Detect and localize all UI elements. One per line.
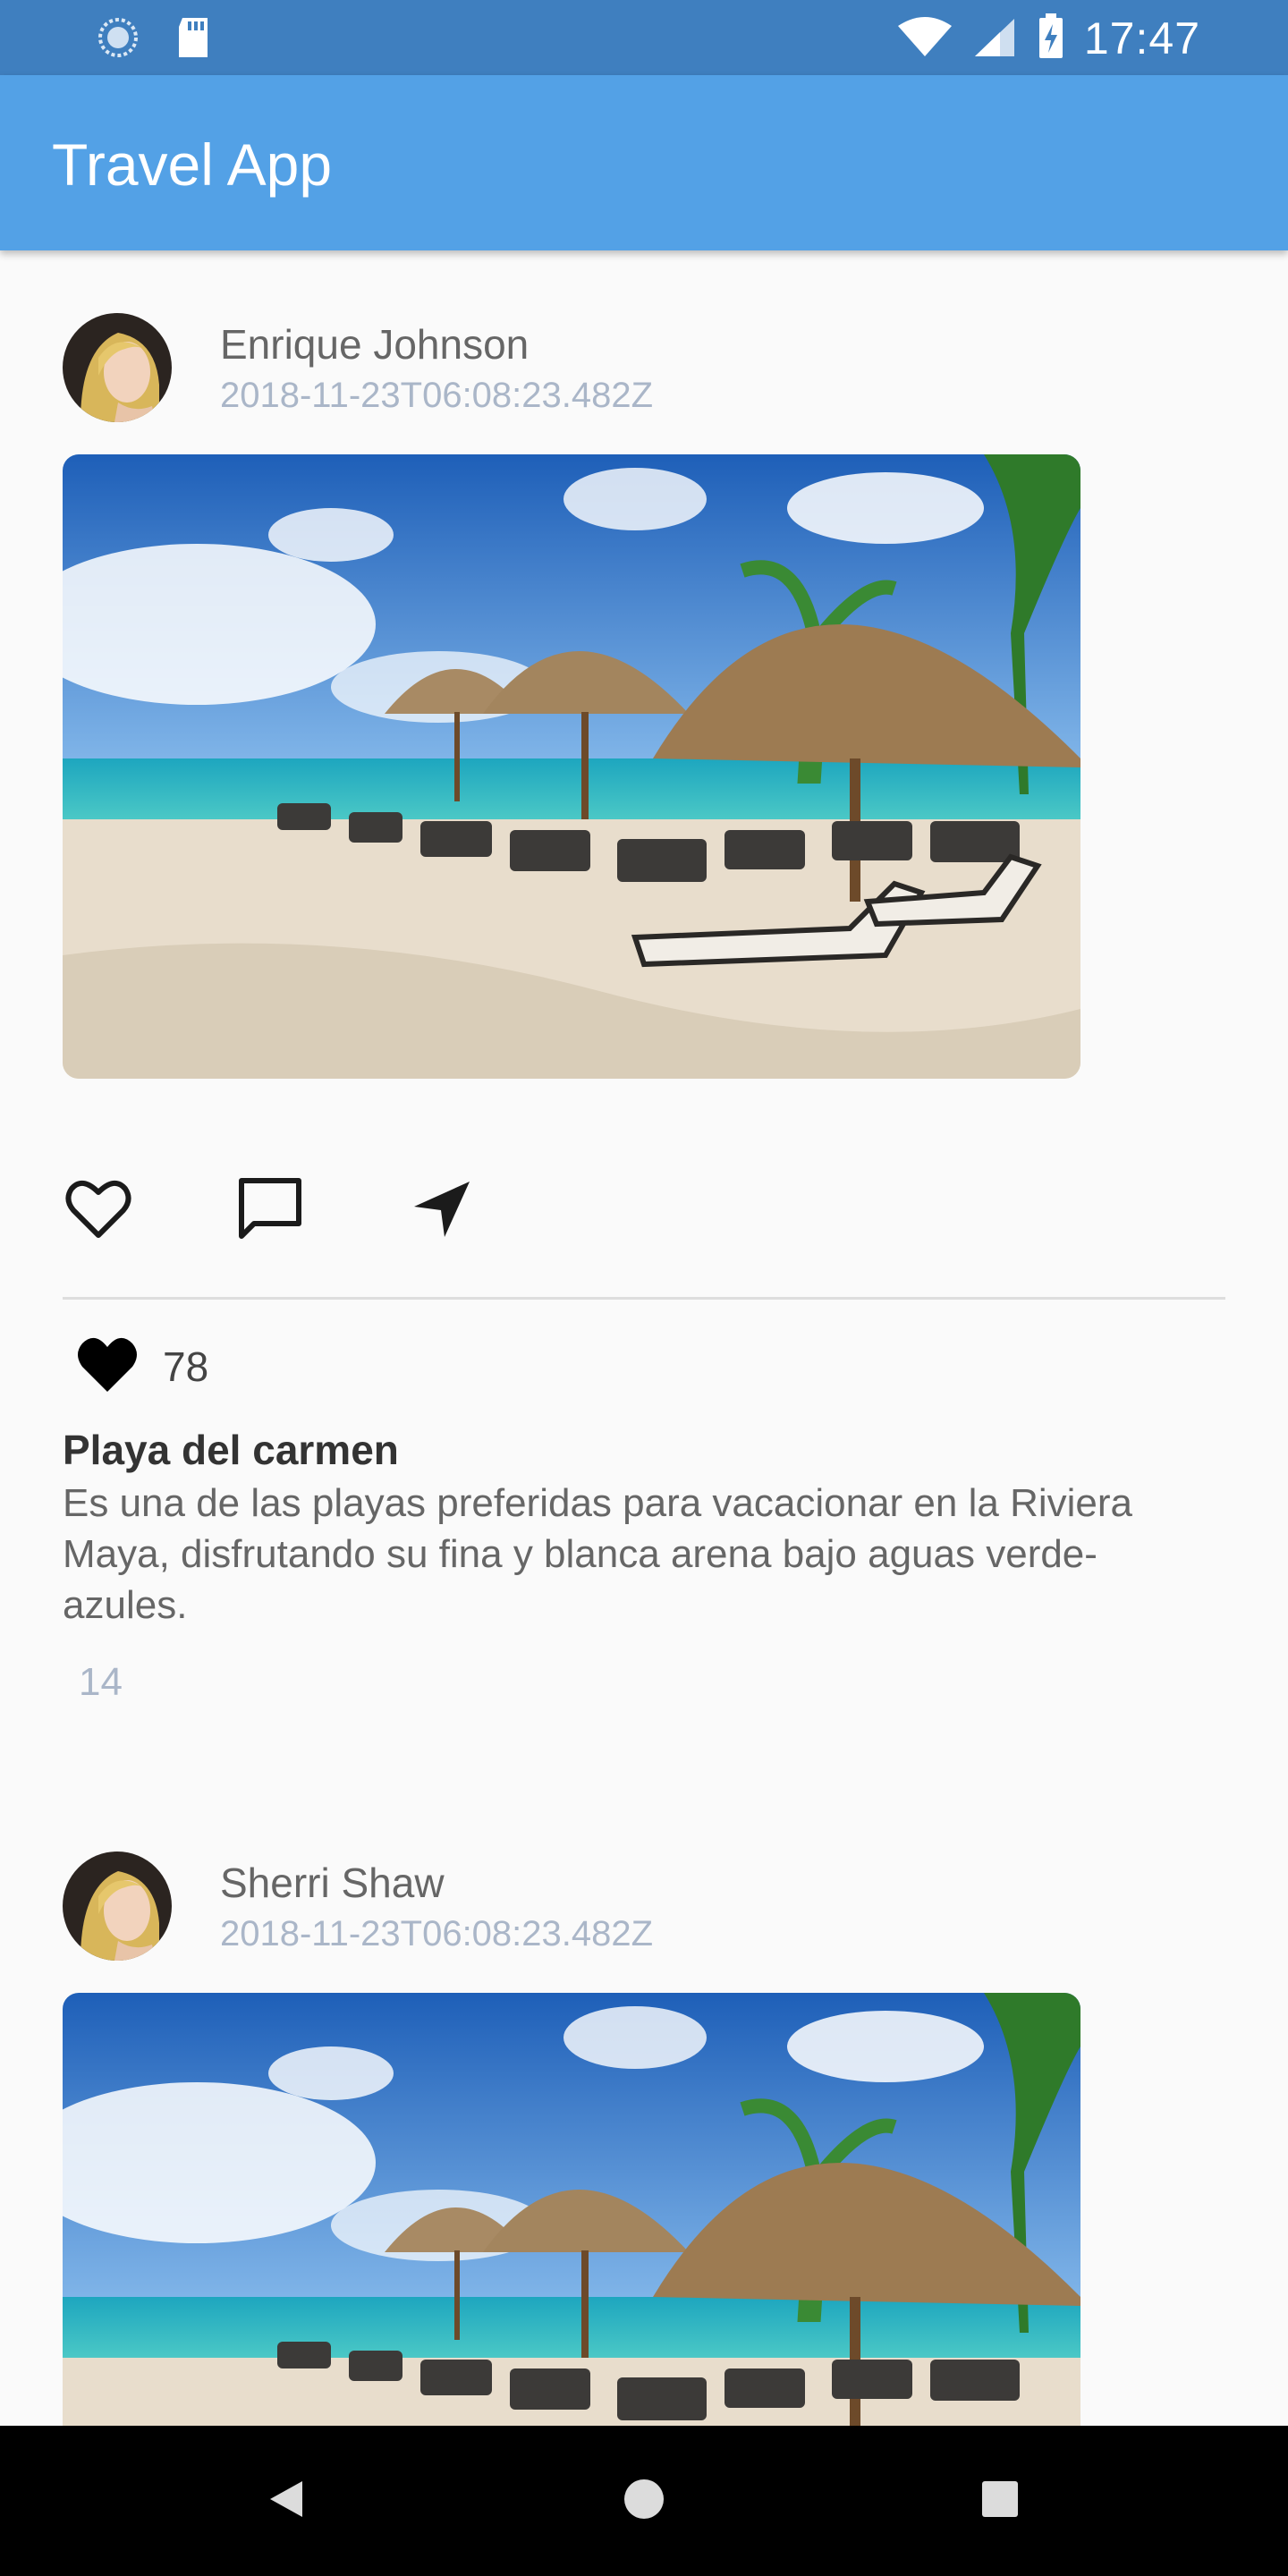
avatar[interactable] [63, 313, 172, 422]
nav-recents-button[interactable] [971, 2472, 1029, 2529]
comment-button[interactable] [234, 1175, 306, 1247]
status-bar: 17:47 [0, 0, 1288, 75]
app-bar: Travel App [0, 75, 1288, 250]
post-author[interactable]: Sherri Shaw [220, 1859, 445, 1907]
post-timestamp: 2018-11-23T06:08:23.482Z [220, 1914, 654, 1953]
post-card: Enrique Johnson 2018-11-23T06:08:23.482Z [0, 250, 1288, 1789]
heart-outline-icon [64, 1178, 132, 1245]
sd-card-icon [175, 16, 211, 64]
likes-count: 78 [163, 1343, 209, 1390]
comment-icon [236, 1175, 304, 1248]
post-photo[interactable] [63, 1993, 1080, 2426]
signal-icon [973, 15, 1018, 63]
feed[interactable]: Enrique Johnson 2018-11-23T06:08:23.482Z [0, 250, 1288, 2426]
home-icon [623, 2478, 665, 2525]
navigation-bar [0, 2426, 1288, 2576]
post-title: Playa del carmen [63, 1427, 399, 1473]
nav-back-button[interactable] [258, 2472, 315, 2529]
avatar[interactable] [63, 1852, 172, 1961]
nav-home-button[interactable] [615, 2472, 673, 2529]
wifi-icon [896, 15, 953, 63]
battery-charging-icon [1038, 13, 1064, 64]
post-photo[interactable] [63, 454, 1080, 1079]
send-icon [411, 1178, 473, 1245]
post-card: Sherri Shaw 2018-11-23T06:08:23.482Z [0, 1789, 1288, 2426]
likes-row: 78 [75, 1335, 208, 1398]
divider [63, 1297, 1225, 1300]
back-icon [267, 2478, 306, 2525]
share-button[interactable] [406, 1175, 478, 1247]
post-author[interactable]: Enrique Johnson [220, 320, 529, 369]
recents-icon [980, 2479, 1020, 2523]
status-time: 17:47 [1083, 13, 1200, 64]
comments-count[interactable]: 14 [79, 1660, 123, 1705]
like-button[interactable] [63, 1175, 134, 1247]
app-title: Travel App [52, 131, 333, 198]
heart-filled-icon [75, 1335, 140, 1398]
post-description: Es una de las playas preferidas para vac… [63, 1481, 1132, 1627]
post-timestamp: 2018-11-23T06:08:23.482Z [220, 376, 654, 415]
sync-icon [97, 16, 140, 64]
